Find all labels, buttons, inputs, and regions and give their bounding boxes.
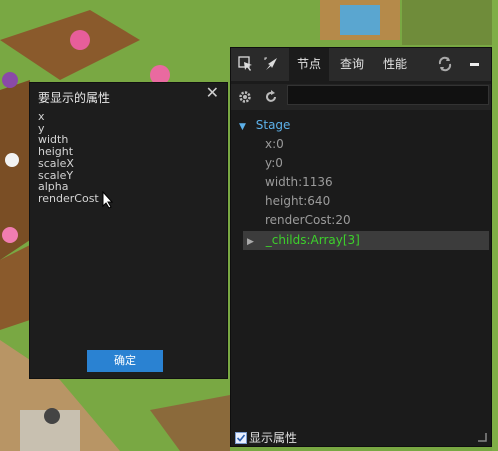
minimize-icon[interactable] xyxy=(467,56,483,72)
dialog-title: 要显示的属性 xyxy=(38,91,111,105)
panel-footer: 显示属性 xyxy=(231,426,491,446)
checkbox[interactable] xyxy=(235,431,247,444)
tab-performance[interactable]: 性能 xyxy=(375,48,415,81)
settings-gear-icon[interactable] xyxy=(237,89,253,105)
mouse-cursor-icon xyxy=(102,191,114,209)
show-properties-label: 显示属性 xyxy=(249,431,298,445)
refresh-icon[interactable] xyxy=(263,89,279,105)
tab-bar: 节点 查询 性能 xyxy=(231,48,491,81)
resize-handle-icon[interactable] xyxy=(477,432,487,442)
tree-node-childs[interactable]: ▶ _childs:Array[3] xyxy=(243,231,489,250)
prop-rendercost: renderCost:20 xyxy=(265,213,351,227)
property-item[interactable]: x xyxy=(38,111,218,123)
prop-y: y:0 xyxy=(265,156,283,170)
property-dialog: 要显示的属性 ✕ x y width height scaleX scaleY alpha r… xyxy=(29,82,228,379)
property-item[interactable]: renderCost xyxy=(38,193,218,205)
tab-query[interactable]: 查询 xyxy=(332,48,372,81)
property-list: x y width height scaleX scaleY alpha renderCost xyxy=(38,111,218,205)
inspect-cursor-icon[interactable] xyxy=(238,56,254,72)
prop-height: height:640 xyxy=(265,194,331,208)
close-icon[interactable]: ✕ xyxy=(206,84,219,102)
confirm-button[interactable]: 确定 xyxy=(87,350,163,372)
tree-node-stage[interactable]: ▼ Stage xyxy=(239,118,290,132)
prop-width: width:1136 xyxy=(265,175,333,189)
property-item[interactable]: scaleX xyxy=(38,158,218,170)
tab-nodes[interactable]: 节点 xyxy=(289,48,329,81)
prop-x: x:0 xyxy=(265,137,284,151)
expand-arrow-icon[interactable]: ▼ xyxy=(239,122,246,132)
search-input[interactable] xyxy=(287,85,489,105)
collapse-arrow-icon[interactable]: ▶ xyxy=(247,237,254,247)
debug-panel: 节点 查询 性能 ▼ Stage x:0 y:0 width:1136 heig… xyxy=(230,47,492,447)
show-properties-toggle[interactable]: 显示属性 xyxy=(235,429,297,446)
select-node-icon[interactable] xyxy=(263,56,279,72)
checkmark-icon xyxy=(236,433,246,442)
refresh-sync-icon[interactable] xyxy=(437,56,453,72)
stage-label: Stage xyxy=(255,118,291,132)
childs-label: _childs:Array[3] xyxy=(265,233,360,247)
